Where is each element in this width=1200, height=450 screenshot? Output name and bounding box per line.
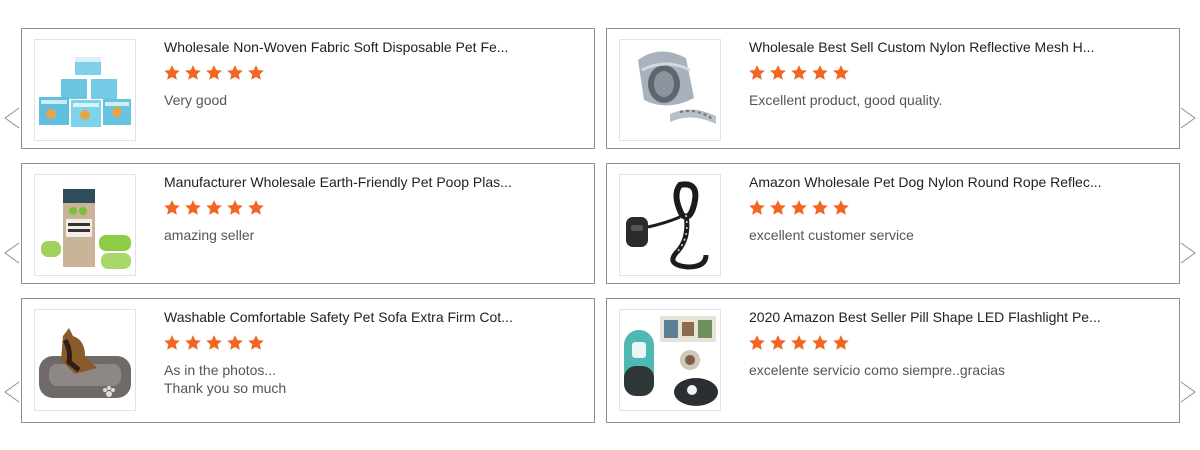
review-line: amazing seller xyxy=(164,227,255,243)
star-rating xyxy=(748,64,850,84)
star-icon xyxy=(833,65,849,80)
star-icon xyxy=(248,200,264,215)
star-icon xyxy=(770,65,786,80)
review-card[interactable]: Wholesale Best Sell Custom Nylon Reflect… xyxy=(606,28,1180,149)
star-icon xyxy=(812,65,828,80)
star-icon xyxy=(185,65,201,80)
review-card[interactable]: Manufacturer Wholesale Earth-Friendly Pe… xyxy=(21,163,595,284)
product-image-poop-bags[interactable] xyxy=(34,174,136,276)
review-card[interactable]: 2020 Amazon Best Seller Pill Shape LED F… xyxy=(606,298,1180,423)
review-text: Excellent product, good quality. xyxy=(749,91,1169,109)
star-rating xyxy=(748,334,850,354)
review-line: As in the photos... xyxy=(164,362,277,378)
star-icon xyxy=(749,200,765,215)
star-icon xyxy=(185,335,201,350)
review-line: Excellent product, good quality. xyxy=(749,92,943,108)
product-image-pet-bed[interactable] xyxy=(34,309,136,411)
review-line: excelente servicio como siempre..gracias xyxy=(749,362,1005,378)
star-icon xyxy=(749,335,765,350)
product-image-pet-pads[interactable] xyxy=(34,39,136,141)
star-icon xyxy=(206,335,222,350)
chevron-left-icon[interactable] xyxy=(4,107,20,129)
product-title[interactable]: Amazon Wholesale Pet Dog Nylon Round Rop… xyxy=(749,173,1169,191)
star-icon xyxy=(164,65,180,80)
star-icon xyxy=(164,200,180,215)
star-icon xyxy=(227,65,243,80)
star-icon xyxy=(770,335,786,350)
review-card[interactable]: Washable Comfortable Safety Pet Sofa Ext… xyxy=(21,298,595,423)
star-icon xyxy=(812,200,828,215)
star-rating xyxy=(748,199,850,219)
star-rating xyxy=(163,64,265,84)
product-title[interactable]: Washable Comfortable Safety Pet Sofa Ext… xyxy=(164,308,584,326)
product-title[interactable]: 2020 Amazon Best Seller Pill Shape LED F… xyxy=(749,308,1169,326)
product-image-led-flashlight[interactable] xyxy=(619,309,721,411)
star-icon xyxy=(248,65,264,80)
star-icon xyxy=(206,200,222,215)
star-icon xyxy=(206,65,222,80)
chevron-left-icon[interactable] xyxy=(4,242,20,264)
product-title[interactable]: Wholesale Non-Woven Fabric Soft Disposab… xyxy=(164,38,584,56)
star-icon xyxy=(791,335,807,350)
star-icon xyxy=(791,65,807,80)
star-icon xyxy=(791,200,807,215)
product-title[interactable]: Manufacturer Wholesale Earth-Friendly Pe… xyxy=(164,173,584,191)
product-image-pet-harness[interactable] xyxy=(619,39,721,141)
chevron-right-icon[interactable] xyxy=(1180,107,1196,129)
review-card[interactable]: Wholesale Non-Woven Fabric Soft Disposab… xyxy=(21,28,595,149)
review-line: excellent customer service xyxy=(749,227,914,243)
review-line: Thank you so much xyxy=(164,380,287,396)
chevron-left-icon[interactable] xyxy=(4,381,20,403)
star-icon xyxy=(185,200,201,215)
review-text: Very good xyxy=(164,91,584,109)
review-text: excellent customer service xyxy=(749,226,1169,244)
product-image-rope-leash[interactable] xyxy=(619,174,721,276)
star-icon xyxy=(248,335,264,350)
star-rating xyxy=(163,334,265,354)
star-icon xyxy=(833,200,849,215)
star-icon xyxy=(749,65,765,80)
review-card[interactable]: Amazon Wholesale Pet Dog Nylon Round Rop… xyxy=(606,163,1180,284)
star-icon xyxy=(164,335,180,350)
star-icon xyxy=(227,335,243,350)
star-icon xyxy=(770,200,786,215)
review-text: amazing seller xyxy=(164,226,584,244)
star-rating xyxy=(163,199,265,219)
product-title[interactable]: Wholesale Best Sell Custom Nylon Reflect… xyxy=(749,38,1169,56)
chevron-right-icon[interactable] xyxy=(1180,381,1196,403)
review-text: As in the photos... Thank you so much xyxy=(164,361,584,397)
chevron-right-icon[interactable] xyxy=(1180,242,1196,264)
review-line: Very good xyxy=(164,92,228,108)
review-text: excelente servicio como siempre..gracias xyxy=(749,361,1169,379)
star-icon xyxy=(812,335,828,350)
star-icon xyxy=(833,335,849,350)
star-icon xyxy=(227,200,243,215)
